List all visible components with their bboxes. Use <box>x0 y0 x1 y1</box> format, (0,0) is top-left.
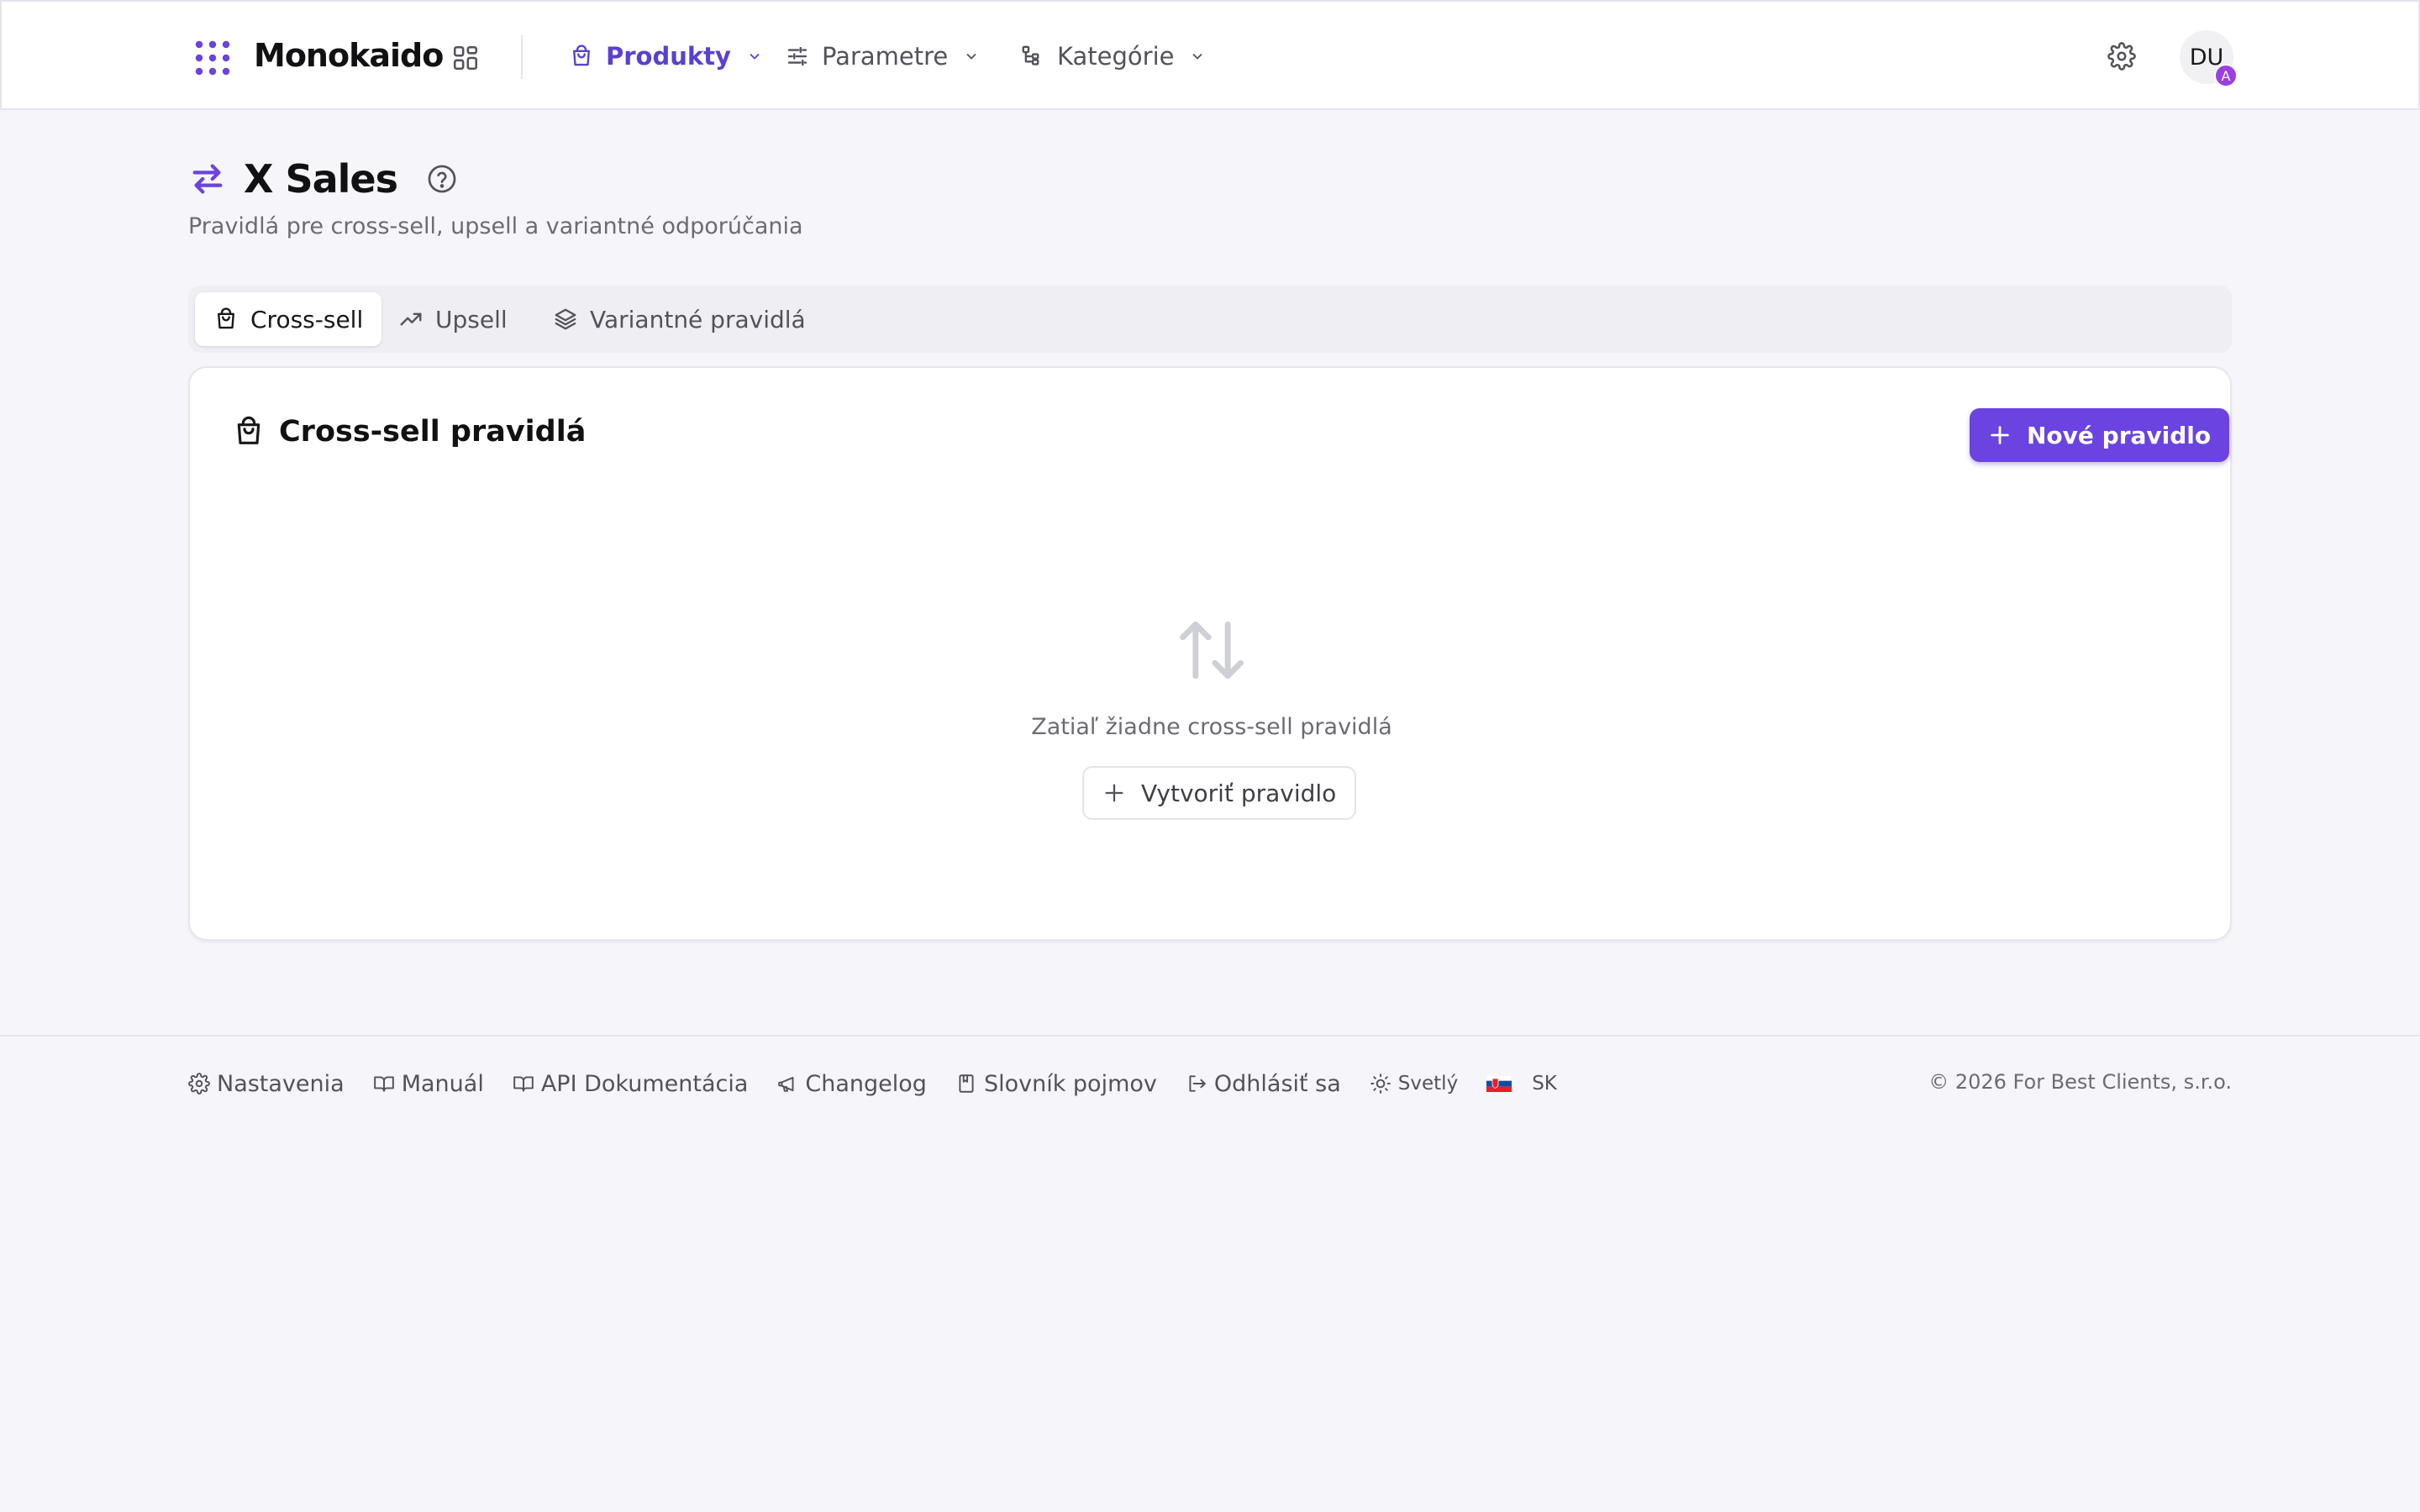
theme-toggle[interactable]: Svetlý <box>1370 1073 1458 1095</box>
page-title: X Sales <box>244 156 398 202</box>
footer-link-logout[interactable]: Odhlásiť sa <box>1186 1071 1341 1097</box>
slovak-flag-icon <box>1486 1075 1512 1092</box>
nav-divider <box>521 35 523 79</box>
logo-dots-icon <box>195 40 230 76</box>
footer-link-settings[interactable]: Nastavenia <box>188 1071 345 1097</box>
tab-label: Upsell <box>435 305 508 333</box>
footer-divider <box>0 1035 2420 1037</box>
language-label: SK <box>1532 1073 1557 1095</box>
trending-up-icon <box>400 312 422 326</box>
chevron-down-icon <box>1192 53 1203 60</box>
create-rule-button[interactable]: Vytvoriť pravidlo <box>1082 766 1357 820</box>
footer-link-manual[interactable]: Manuál <box>373 1071 484 1097</box>
footer-link-label: Nastavenia <box>217 1070 345 1097</box>
tab-label: Cross-sell <box>250 305 364 333</box>
nav-item-label: Produkty <box>606 42 731 71</box>
megaphone-icon <box>778 1076 794 1092</box>
book-open-icon <box>513 1076 534 1092</box>
nav-item-label: Kategórie <box>1057 42 1175 71</box>
cross-sell-rules-card: Cross-sell pravidlá Nové pravidlo Zatiaľ… <box>188 366 2232 941</box>
nav-item-produkty[interactable]: Produkty <box>569 35 763 77</box>
nav-item-kategorie[interactable]: Kategórie <box>1020 35 1206 77</box>
copyright-text: © 2026 For Best Clients, s.r.o. <box>1928 1070 2232 1094</box>
empty-state-text: Zatiaľ žiadne cross-sell pravidlá <box>1031 714 1392 740</box>
sort-arrows-icon <box>1180 621 1244 680</box>
shopping-bag-icon <box>237 416 260 444</box>
shopping-bag-icon <box>218 307 234 329</box>
nav-item-parametre[interactable]: Parametre <box>785 35 980 77</box>
footer-link-label: Slovník pojmov <box>983 1070 1157 1097</box>
tab-label: Variantné pravidlá <box>590 305 806 333</box>
footer-link-changelog[interactable]: Changelog <box>776 1071 927 1097</box>
footer-link-label: Manuál <box>401 1070 484 1097</box>
footer-link-glossary[interactable]: Slovník pojmov <box>955 1071 1157 1097</box>
category-tree-icon <box>1022 45 1039 66</box>
plus-icon <box>1105 784 1123 802</box>
footer-link-label: Changelog <box>805 1070 927 1097</box>
settings-gear-icon[interactable] <box>2107 42 2136 71</box>
tab-cross-sell[interactable]: Cross-sell <box>195 292 382 346</box>
avatar-role-badge: A <box>2214 64 2238 87</box>
swap-arrows-icon <box>192 164 223 194</box>
logout-icon <box>1189 1075 1206 1092</box>
theme-label: Svetlý <box>1397 1073 1459 1095</box>
new-rule-label: Nové pravidlo <box>2027 421 2212 449</box>
page-subtitle: Pravidlá pre cross-sell, upsell a varian… <box>188 213 803 239</box>
sun-icon <box>1370 1074 1391 1094</box>
nav-item-label: Parametre <box>822 42 949 71</box>
help-circle-icon[interactable] <box>426 163 458 195</box>
apps-grid-icon[interactable] <box>451 44 480 72</box>
tab-variantne-pravidla[interactable]: Variantné pravidlá <box>534 292 824 346</box>
new-rule-button[interactable]: Nové pravidlo <box>1970 408 2230 462</box>
footer-link-label: Odhlásiť sa <box>1213 1070 1341 1097</box>
tab-upsell[interactable]: Upsell <box>380 292 526 346</box>
layers-icon <box>555 308 576 330</box>
card-title: Cross-sell pravidlá <box>279 415 587 449</box>
create-rule-label: Vytvoriť pravidlo <box>1141 779 1337 807</box>
chevron-down-icon <box>966 53 976 60</box>
chevron-down-icon <box>750 53 760 60</box>
page-header: X Sales <box>188 153 458 205</box>
top-navigation-bar: Monokaido Produkty Parametre Kategórie D… <box>0 0 2420 110</box>
footer-link-label: API Dokumentácia <box>540 1070 749 1097</box>
shopping-bag-icon <box>573 45 590 66</box>
brand-name[interactable]: Monokaido <box>254 37 444 74</box>
language-switcher[interactable]: SK <box>1486 1073 1557 1095</box>
footer-links: Nastavenia Manuál API Dokumentácia Chang… <box>188 1065 1586 1102</box>
sliders-icon <box>787 46 808 66</box>
footer-link-api-docs[interactable]: API Dokumentácia <box>513 1070 749 1097</box>
gear-icon <box>188 1073 210 1095</box>
bookmark-book-icon <box>959 1074 974 1093</box>
tabs-bar: Cross-sell Upsell Variantné pravidlá <box>188 286 2232 353</box>
book-open-icon <box>373 1076 394 1092</box>
plus-icon <box>1991 426 2009 444</box>
